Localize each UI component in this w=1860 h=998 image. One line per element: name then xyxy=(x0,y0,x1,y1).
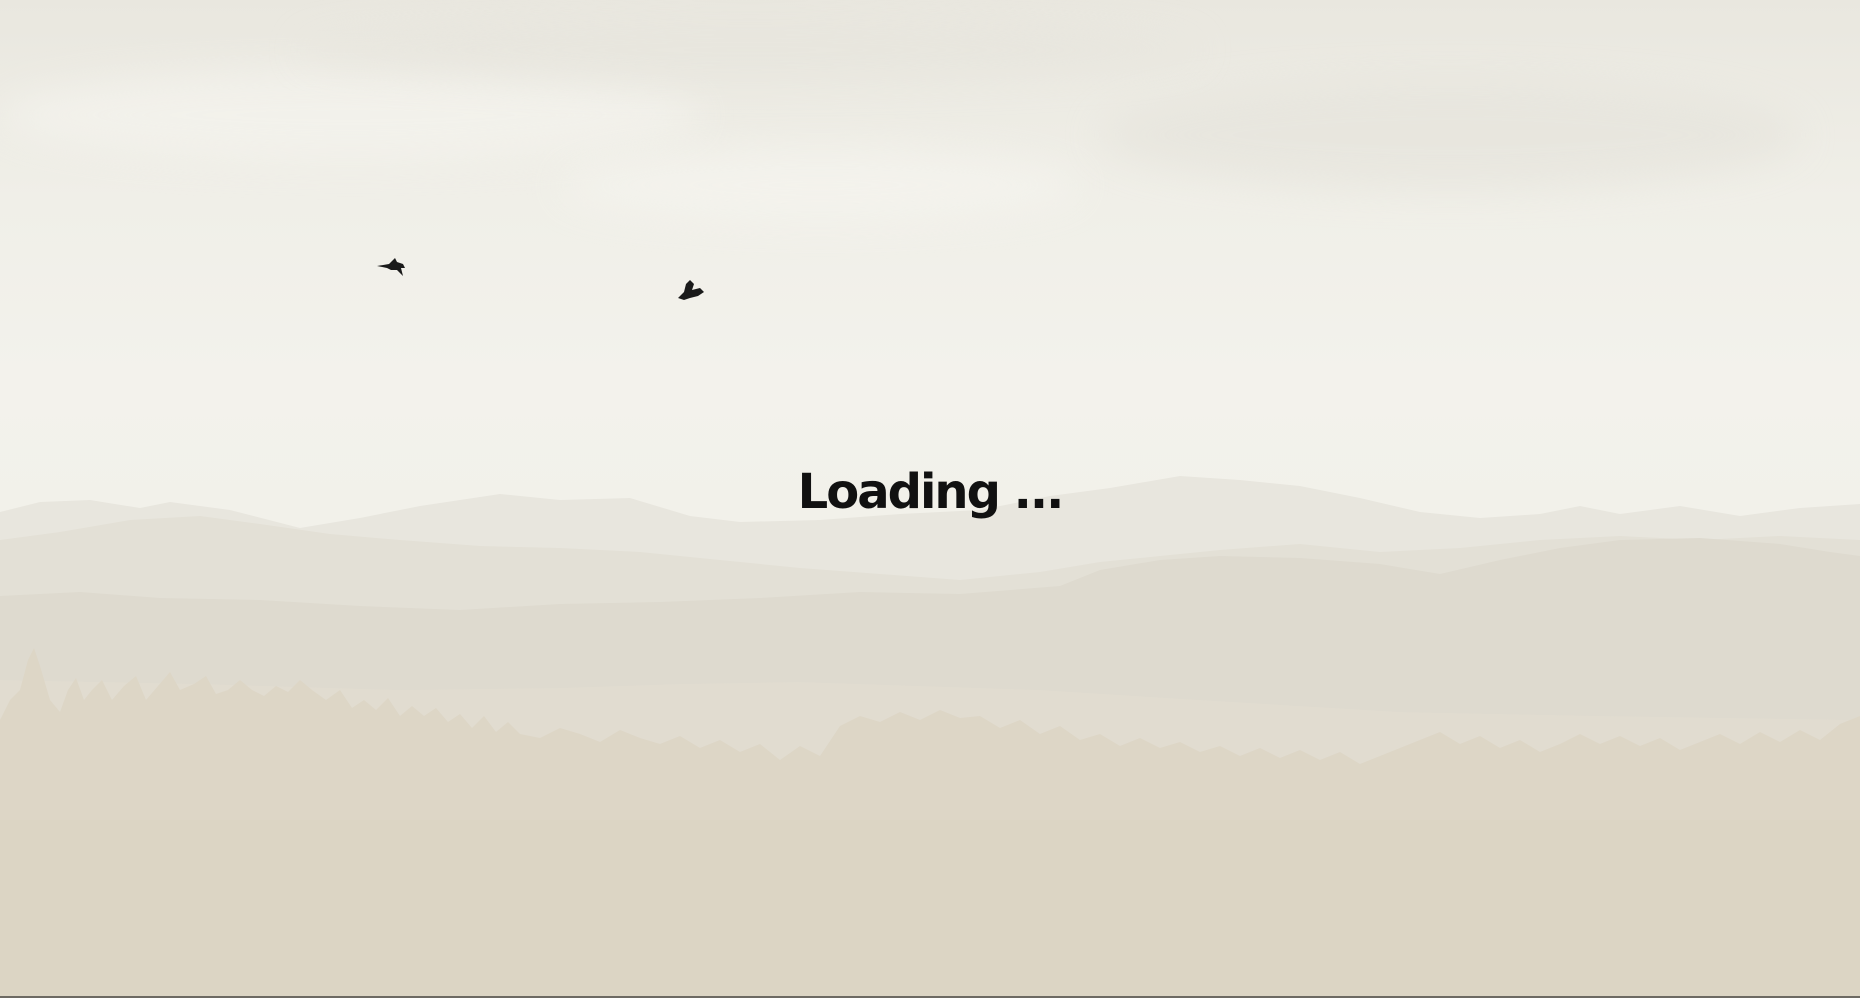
bird-icon xyxy=(678,280,704,300)
loading-screen: Loading ... xyxy=(0,0,1860,998)
loading-text: Loading ... xyxy=(797,464,1065,520)
forest-floor xyxy=(0,820,1860,998)
bird-icon xyxy=(377,258,405,276)
